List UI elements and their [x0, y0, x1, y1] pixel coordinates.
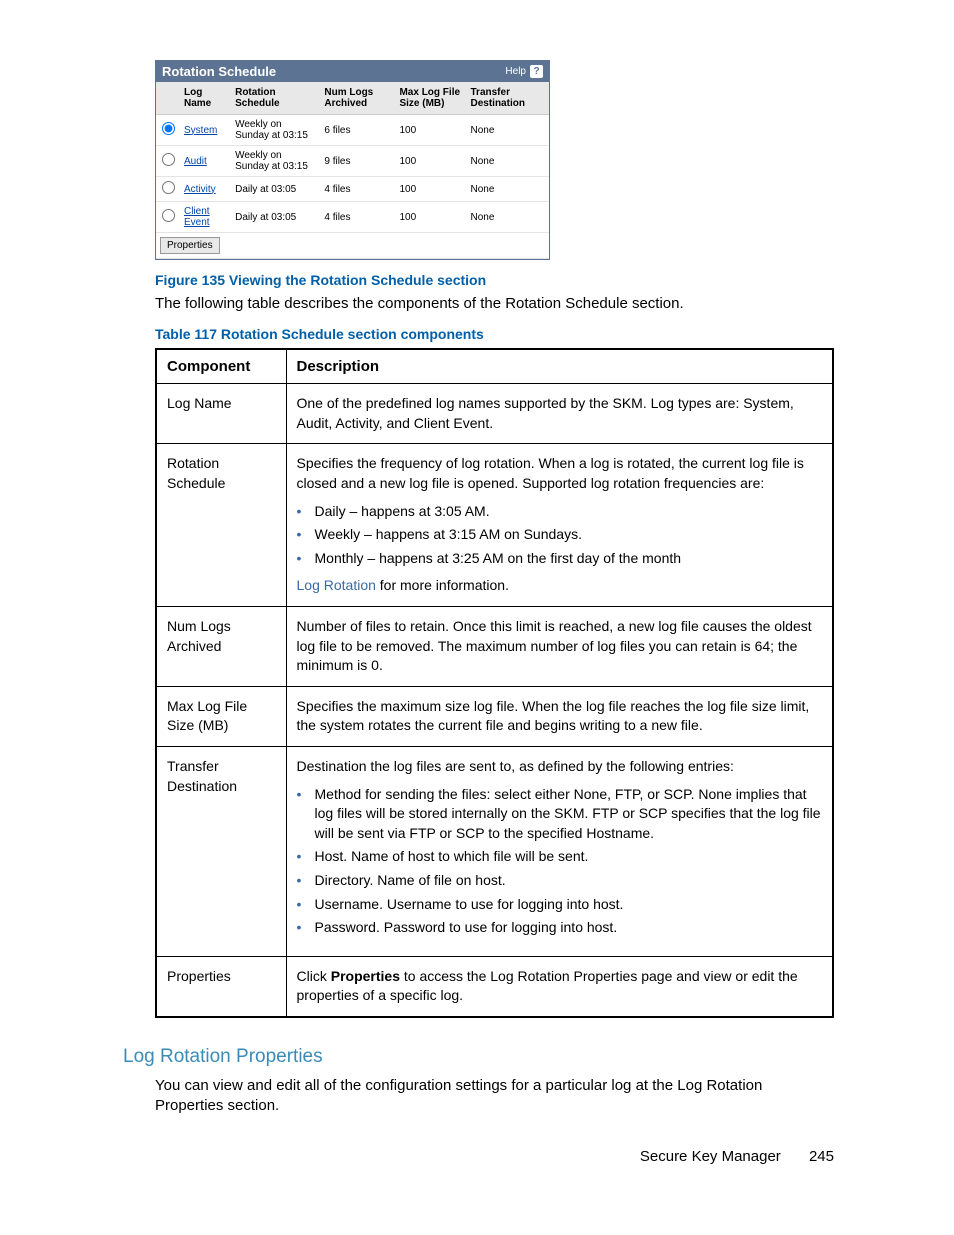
row-radio-clientevent[interactable]	[162, 209, 175, 222]
logname-link[interactable]: Activity	[184, 184, 216, 195]
th-description: Description	[286, 349, 833, 384]
cell-transfer: None	[467, 146, 550, 177]
desc-row-rotation: Rotation Schedule Specifies the frequenc…	[156, 444, 833, 607]
desc-link-line: Log Rotation for more information.	[297, 576, 823, 596]
table-row: Audit Weekly on Sunday at 03:15 9 files …	[156, 146, 549, 177]
desc-intro: Specifies the frequency of log rotation.…	[297, 454, 823, 493]
desc-row-maxsize: Max Log File Size (MB) Specifies the max…	[156, 686, 833, 746]
help-icon: ?	[530, 65, 543, 78]
cell-maxsize: 100	[395, 146, 466, 177]
figure-caption: Figure 135 Viewing the Rotation Schedule…	[155, 272, 834, 288]
cell-numlogs: 6 files	[320, 115, 395, 146]
props-bold: Properties	[331, 968, 400, 984]
logname-link[interactable]: Audit	[184, 156, 207, 167]
log-rotation-link[interactable]: Log Rotation	[297, 577, 376, 593]
props-pre: Click	[297, 968, 331, 984]
table-row: Activity Daily at 03:05 4 files 100 None	[156, 177, 549, 202]
cell-numlogs: 4 files	[320, 177, 395, 202]
list-item: Username. Username to use for logging in…	[315, 893, 823, 917]
cell-maxsize: 100	[395, 115, 466, 146]
paragraph: You can view and edit all of the configu…	[155, 1076, 834, 1117]
cell-rotation: Weekly on Sunday at 03:15	[231, 146, 320, 177]
panel-title: Rotation Schedule	[162, 64, 276, 79]
paragraph: The following table describes the compon…	[155, 294, 834, 314]
cell-numlogs: 4 files	[320, 202, 395, 233]
desc-row-logname: Log Name One of the predefined log names…	[156, 384, 833, 444]
cell-rotation: Daily at 03:05	[231, 177, 320, 202]
logname-link[interactable]: Client Event	[184, 206, 210, 228]
cell-transfer: None	[467, 202, 550, 233]
cell-transfer: None	[467, 115, 550, 146]
cell-transfer: None	[467, 177, 550, 202]
desc-cell: Specifies the frequency of log rotation.…	[286, 444, 833, 607]
properties-button[interactable]: Properties	[160, 237, 220, 254]
row-radio-system[interactable]	[162, 122, 175, 135]
page-footer: Secure Key Manager 245	[640, 1148, 834, 1165]
desc-cell: Click Properties to access the Log Rotat…	[286, 956, 833, 1017]
col-radio	[156, 82, 180, 115]
list-item: Daily – happens at 3:05 AM.	[315, 500, 823, 524]
list-item: Directory. Name of file on host.	[315, 869, 823, 893]
cell-rotation: Weekly on Sunday at 03:15	[231, 115, 320, 146]
col-logname: Log Name	[180, 82, 231, 115]
desc-row-numlogs: Num Logs Archived Number of files to ret…	[156, 607, 833, 687]
col-numlogs: Num Logs Archived	[320, 82, 395, 115]
panel-titlebar: Rotation Schedule Help ?	[156, 61, 549, 82]
desc-row-transfer: Transfer Destination Destination the log…	[156, 746, 833, 956]
link-tail: for more information.	[376, 577, 509, 593]
list-item: Method for sending the files: select eit…	[315, 783, 823, 846]
row-radio-audit[interactable]	[162, 153, 175, 166]
table-row: Client Event Daily at 03:05 4 files 100 …	[156, 202, 549, 233]
rotation-schedule-table: Log Name Rotation Schedule Num Logs Arch…	[156, 82, 549, 259]
comp-cell: Num Logs Archived	[156, 607, 286, 687]
comp-cell: Max Log File Size (MB)	[156, 686, 286, 746]
cell-maxsize: 100	[395, 202, 466, 233]
desc-row-properties: Properties Click Properties to access th…	[156, 956, 833, 1017]
help-label: Help	[505, 66, 526, 77]
list-item: Monthly – happens at 3:25 AM on the firs…	[315, 547, 823, 571]
desc-cell: Specifies the maximum size log file. Whe…	[286, 686, 833, 746]
logname-link[interactable]: System	[184, 125, 217, 136]
col-transfer: Transfer Destination	[467, 82, 550, 115]
section-heading-log-rotation-properties: Log Rotation Properties	[123, 1046, 834, 1068]
list-item: Password. Password to use for logging in…	[315, 916, 823, 940]
rotation-schedule-panel: Rotation Schedule Help ? Log Name Rotati…	[155, 60, 550, 260]
comp-cell: Rotation Schedule	[156, 444, 286, 607]
table-row: System Weekly on Sunday at 03:15 6 files…	[156, 115, 549, 146]
row-radio-activity[interactable]	[162, 181, 175, 194]
component-description-table: Component Description Log Name One of th…	[155, 348, 834, 1018]
cell-maxsize: 100	[395, 177, 466, 202]
comp-cell: Transfer Destination	[156, 746, 286, 956]
footer-title: Secure Key Manager	[640, 1148, 781, 1165]
page-number: 245	[809, 1148, 834, 1165]
desc-intro: Destination the log files are sent to, a…	[297, 757, 823, 777]
desc-cell: One of the predefined log names supporte…	[286, 384, 833, 444]
list-item: Host. Name of host to which file will be…	[315, 845, 823, 869]
table-footer-row: Properties	[156, 233, 549, 259]
desc-cell: Number of files to retain. Once this lim…	[286, 607, 833, 687]
help-link[interactable]: Help ?	[505, 65, 543, 78]
comp-cell: Log Name	[156, 384, 286, 444]
table-caption: Table 117 Rotation Schedule section comp…	[155, 326, 834, 342]
cell-numlogs: 9 files	[320, 146, 395, 177]
col-maxsize: Max Log File Size (MB)	[395, 82, 466, 115]
cell-rotation: Daily at 03:05	[231, 202, 320, 233]
desc-cell: Destination the log files are sent to, a…	[286, 746, 833, 956]
col-rotation: Rotation Schedule	[231, 82, 320, 115]
comp-cell: Properties	[156, 956, 286, 1017]
list-item: Weekly – happens at 3:15 AM on Sundays.	[315, 523, 823, 547]
th-component: Component	[156, 349, 286, 384]
